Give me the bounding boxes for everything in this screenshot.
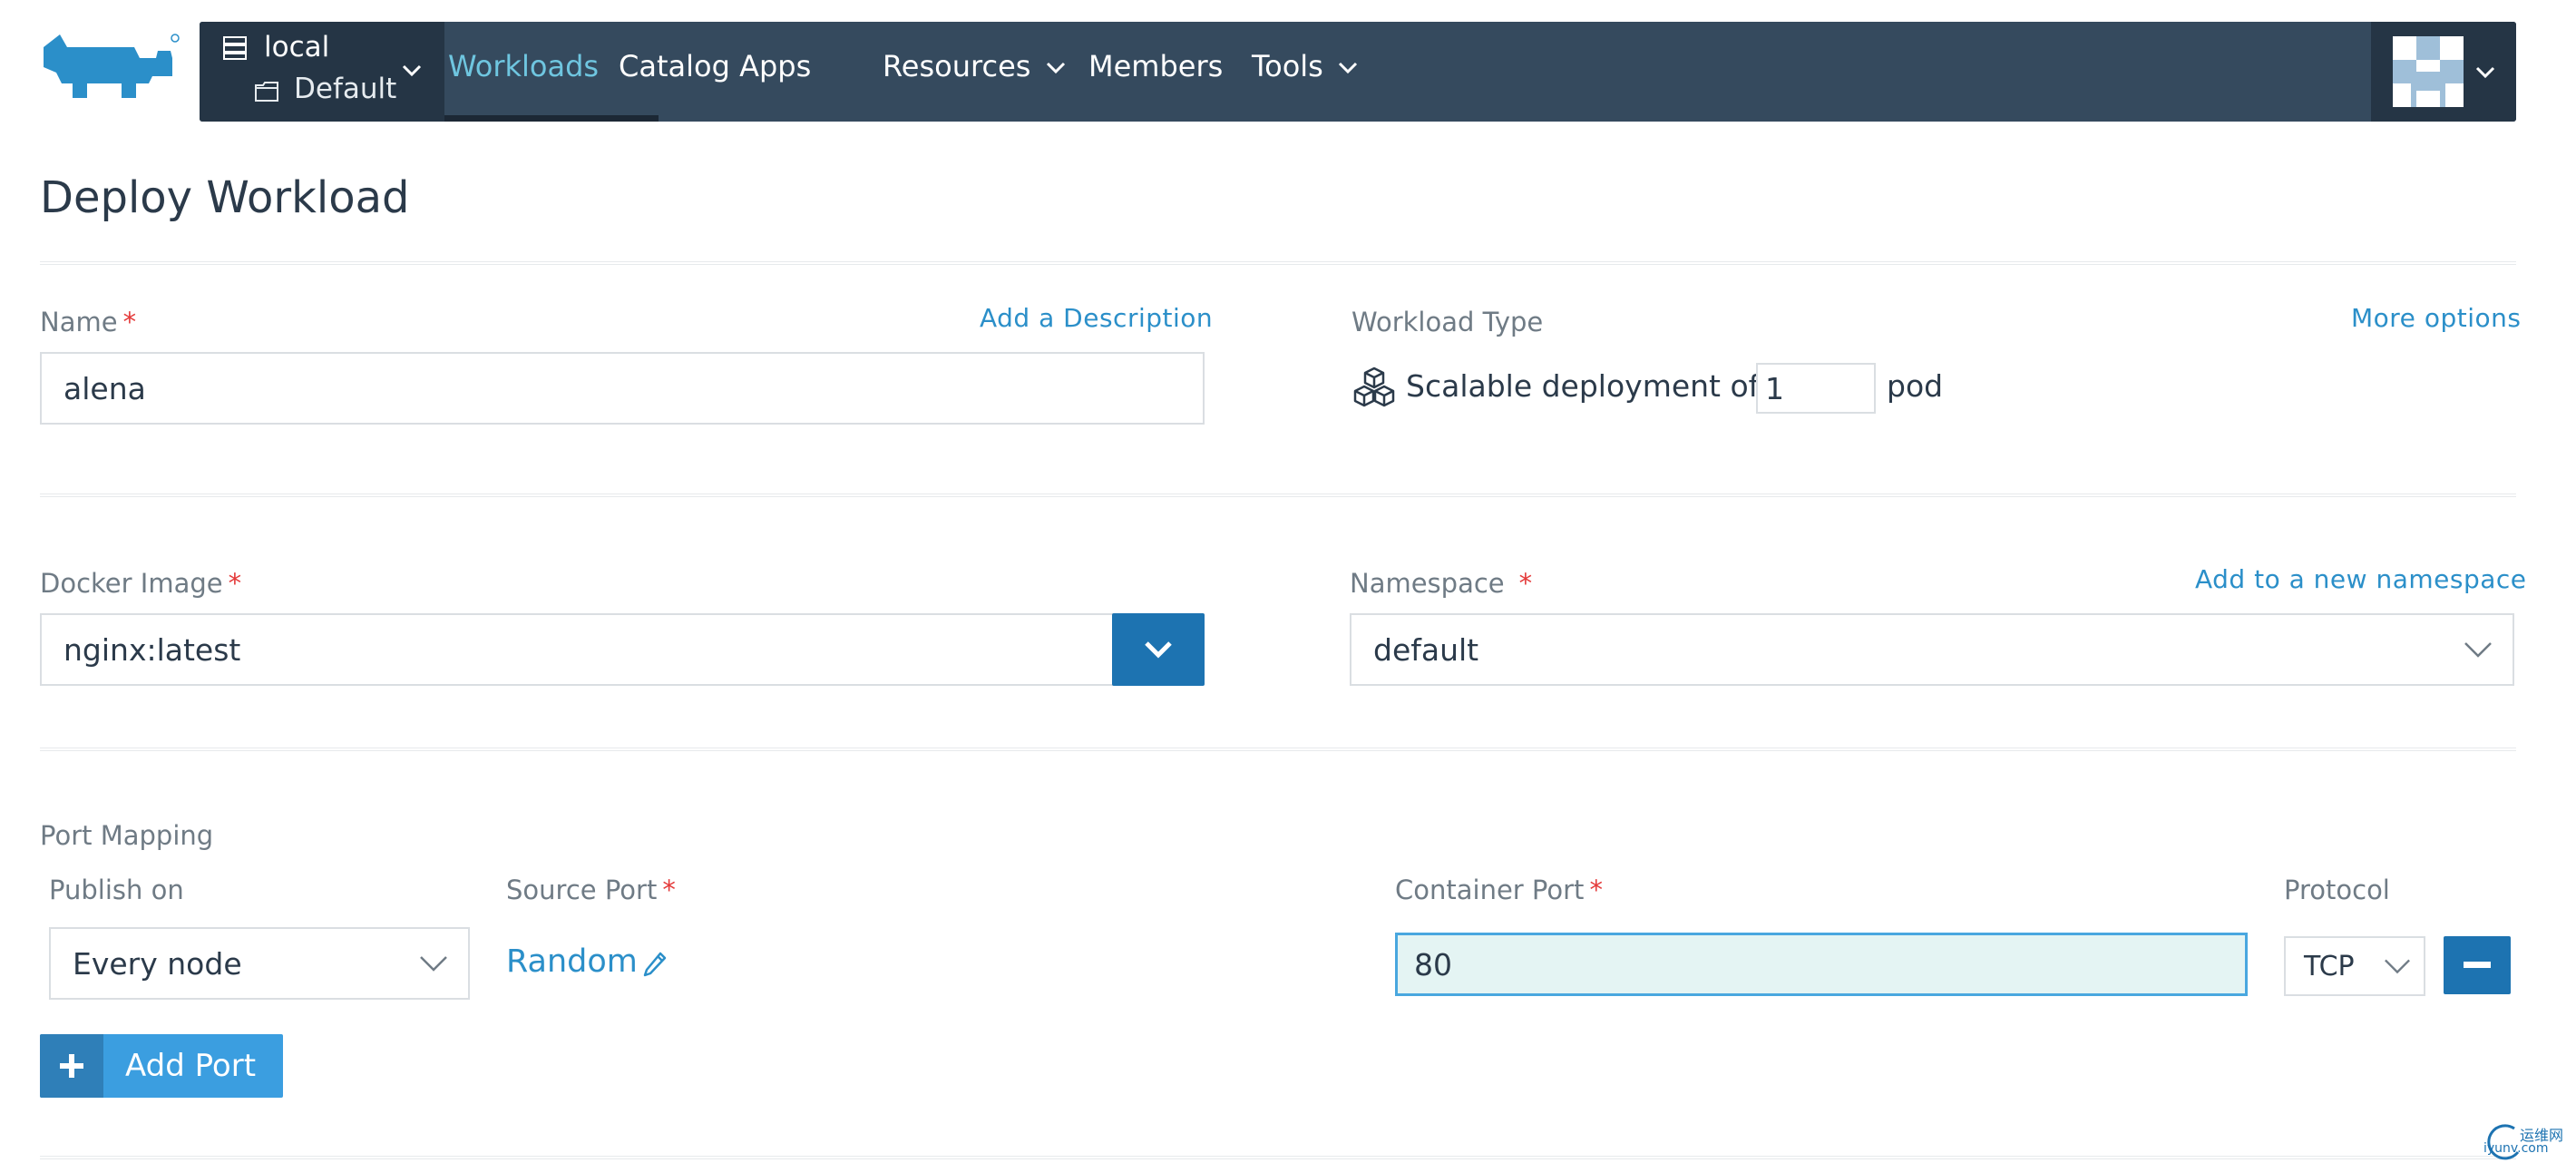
nav-catalog-apps[interactable]: Catalog Apps <box>619 49 811 83</box>
source-port-label: Source Port * <box>506 875 676 905</box>
nav-workloads[interactable]: Workloads <box>448 49 599 83</box>
nav-tools-label: Tools <box>1252 49 1323 83</box>
publish-on-select[interactable]: Every node <box>49 927 470 1000</box>
nav-active-indicator <box>444 115 659 122</box>
container-port-input[interactable] <box>1395 933 2248 996</box>
chevron-down-icon <box>1145 641 1172 659</box>
protocol-select[interactable]: TCP <box>2284 936 2425 996</box>
publish-on-value: Every node <box>73 945 242 982</box>
chevron-down-icon <box>2464 642 2492 658</box>
cluster-name: local <box>264 31 330 64</box>
source-port-random-link[interactable]: Random <box>506 943 638 980</box>
nav-resources[interactable]: Resources <box>883 49 1066 83</box>
cluster-project-switcher[interactable]: local Default <box>200 22 444 122</box>
port-mapping-label: Port Mapping <box>40 820 214 851</box>
project-name: Default <box>294 73 397 105</box>
divider <box>40 1156 2516 1159</box>
name-input[interactable] <box>40 352 1205 425</box>
publish-on-label: Publish on <box>49 875 184 905</box>
top-navbar: local Default Workloads Catalog Apps Res… <box>200 22 2516 122</box>
chevron-down-icon <box>2475 66 2495 79</box>
workload-type-label: Workload Type <box>1351 307 1544 337</box>
add-port-button[interactable]: Add Port <box>40 1034 283 1098</box>
chevron-down-icon <box>2385 959 2410 974</box>
server-icon <box>223 36 247 60</box>
remove-port-button[interactable] <box>2444 936 2511 994</box>
namespace-select[interactable]: default <box>1350 613 2514 686</box>
add-port-label: Add Port <box>125 1048 257 1084</box>
protocol-label: Protocol <box>2284 875 2390 905</box>
minus-icon <box>2464 962 2491 968</box>
divider <box>40 748 2516 751</box>
avatar <box>2393 36 2464 107</box>
more-options-link[interactable]: More options <box>2351 303 2521 333</box>
divider <box>40 261 2516 265</box>
chevron-down-icon <box>420 956 447 972</box>
container-port-label: Container Port * <box>1395 875 1603 905</box>
scale-prefix-text: Scalable deployment of <box>1406 368 1760 404</box>
divider <box>40 494 2516 497</box>
rancher-logo-icon[interactable] <box>36 31 181 103</box>
name-label: Name * <box>40 307 137 337</box>
watermark-url: iyunv.com <box>2483 1141 2549 1156</box>
add-namespace-link[interactable]: Add to a new namespace <box>2195 564 2527 594</box>
scale-suffix-text: pod <box>1887 368 1944 404</box>
chevron-down-icon <box>402 64 422 77</box>
cubes-icon <box>1353 366 1395 407</box>
add-description-link[interactable]: Add a Description <box>980 303 1213 333</box>
page-title: Deploy Workload <box>40 172 410 223</box>
namespace-value: default <box>1373 631 1479 668</box>
image-dropdown-button[interactable] <box>1112 613 1205 686</box>
nav-members[interactable]: Members <box>1088 49 1223 83</box>
plus-box <box>40 1034 103 1098</box>
docker-image-label: Docker Image * <box>40 568 242 599</box>
plus-icon <box>60 1054 83 1078</box>
chevron-down-icon <box>1046 62 1065 74</box>
pods-count-input[interactable] <box>1756 363 1876 414</box>
protocol-value: TCP <box>2304 950 2355 982</box>
user-menu[interactable] <box>2371 22 2516 122</box>
nav-tools[interactable]: Tools <box>1252 49 1358 83</box>
pencil-icon[interactable] <box>642 951 668 978</box>
chevron-down-icon <box>1338 62 1358 74</box>
folder-icon <box>255 82 278 102</box>
nav-resources-label: Resources <box>883 49 1031 83</box>
docker-image-input[interactable] <box>40 613 1114 686</box>
namespace-label: Namespace * <box>1350 568 1533 599</box>
